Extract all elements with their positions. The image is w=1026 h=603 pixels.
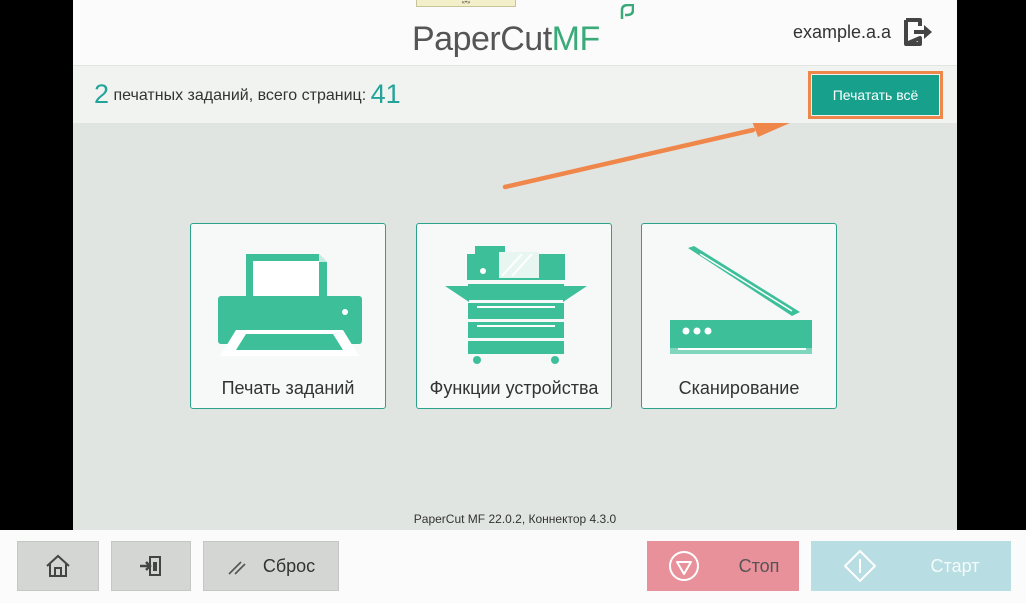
tile-label: Функции устройства	[429, 378, 599, 398]
start-icon	[843, 549, 876, 583]
logo-main: PaperCut	[412, 20, 552, 58]
main-content: Печать заданий Функции устройства Сканир…	[73, 123, 957, 530]
reset-icon	[228, 561, 246, 575]
printer-icon	[218, 254, 362, 356]
job-summary: 2 печатных заданий, всего страниц: 41	[94, 79, 401, 110]
print-all-highlight: Печатать всё	[808, 71, 943, 119]
start-button[interactable]: Старт	[811, 541, 1011, 591]
door-exit-icon	[140, 556, 161, 576]
tile-label: Печать заданий	[221, 378, 355, 398]
copier-icon	[445, 246, 587, 364]
version-info: PaperCut MF 22.0.2, Коннектор 4.3.0	[413, 512, 617, 526]
job-count: 2	[94, 79, 110, 109]
tile-device-functions[interactable]: Функции устройства	[416, 223, 612, 409]
header: PaperCutMF example.a.a	[73, 0, 957, 65]
logout-button[interactable]	[111, 541, 191, 591]
leaf-icon	[620, 4, 634, 19]
stop-button[interactable]: Стоп	[647, 541, 799, 591]
reset-button[interactable]: Сброс	[203, 541, 339, 591]
device-control-bar: Сброс Стоп Старт	[0, 530, 1026, 603]
top-notch[interactable]: «•»	[416, 0, 516, 7]
job-summary-text: печатных заданий, всего страниц:	[113, 87, 367, 104]
start-label: Старт	[930, 555, 980, 576]
username: example.a.a	[792, 22, 891, 42]
logout-icon[interactable]	[903, 17, 935, 47]
page-count: 41	[370, 79, 401, 109]
home-icon	[46, 554, 70, 577]
tile-scanning[interactable]: Сканирование	[641, 223, 837, 409]
stop-label: Стоп	[738, 555, 780, 576]
summary-bar: 2 печатных заданий, всего страниц: 41 Пе…	[73, 65, 957, 124]
reset-label: Сброс	[262, 555, 316, 576]
print-all-button[interactable]: Печатать всё	[812, 75, 939, 115]
print-all-label: Печатать всё	[832, 87, 919, 103]
tile-print-jobs[interactable]: Печать заданий	[190, 223, 386, 409]
tile-label: Сканирование	[678, 378, 800, 398]
scanner-icon	[670, 246, 812, 354]
stop-icon	[668, 551, 699, 581]
home-button[interactable]	[17, 541, 99, 591]
device-screen: PaperCutMF example.a.a «•» 2 печатных за…	[73, 0, 957, 530]
logo-accent: MF	[551, 20, 601, 58]
